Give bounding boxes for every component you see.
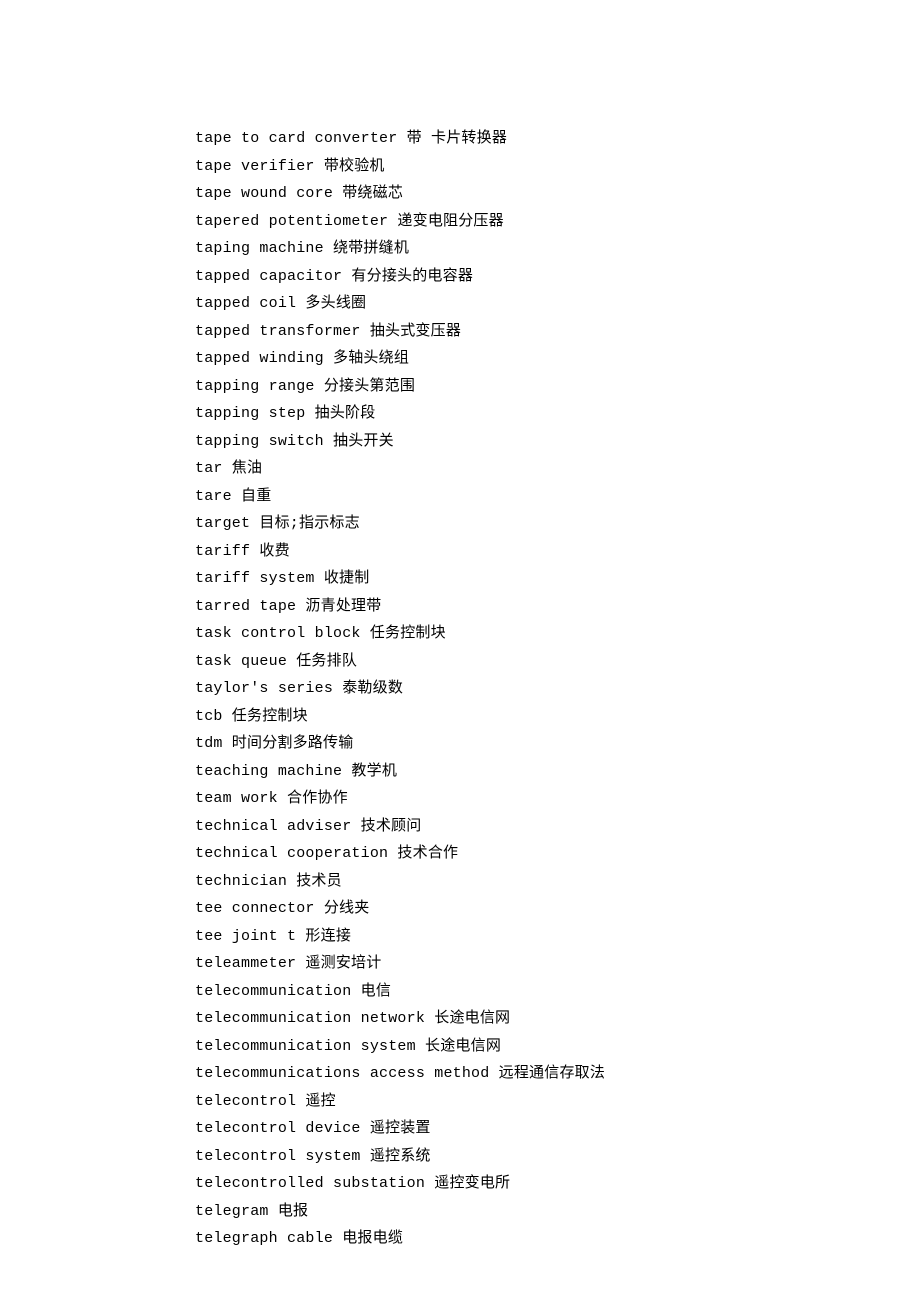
glossary-entry: tcb 任务控制块: [195, 703, 920, 731]
glossary-entry: task queue 任务排队: [195, 648, 920, 676]
glossary-entry: tee connector 分线夹: [195, 895, 920, 923]
glossary-entry: telecontrol system 遥控系统: [195, 1143, 920, 1171]
glossary-page: tape to card converter 带 卡片转换器tape verif…: [0, 0, 920, 1253]
glossary-entry: telecommunication network 长途电信网: [195, 1005, 920, 1033]
glossary-entry: tdm 时间分割多路传输: [195, 730, 920, 758]
glossary-entry: technical cooperation 技术合作: [195, 840, 920, 868]
glossary-entry: task control block 任务控制块: [195, 620, 920, 648]
glossary-entry: tapped transformer 抽头式变压器: [195, 318, 920, 346]
glossary-entry: tapered potentiometer 递变电阻分压器: [195, 208, 920, 236]
glossary-list: tape to card converter 带 卡片转换器tape verif…: [195, 125, 920, 1253]
glossary-entry: teaching machine 教学机: [195, 758, 920, 786]
glossary-entry: tape wound core 带绕磁芯: [195, 180, 920, 208]
glossary-entry: tar 焦油: [195, 455, 920, 483]
glossary-entry: tape verifier 带校验机: [195, 153, 920, 181]
glossary-entry: tapping step 抽头阶段: [195, 400, 920, 428]
glossary-entry: tare 自重: [195, 483, 920, 511]
glossary-entry: taylor's series 泰勒级数: [195, 675, 920, 703]
glossary-entry: telecontrolled substation 遥控变电所: [195, 1170, 920, 1198]
glossary-entry: telecontrol device 遥控装置: [195, 1115, 920, 1143]
glossary-entry: tape to card converter 带 卡片转换器: [195, 125, 920, 153]
glossary-entry: team work 合作协作: [195, 785, 920, 813]
glossary-entry: tarred tape 沥青处理带: [195, 593, 920, 621]
glossary-entry: teleammeter 遥测安培计: [195, 950, 920, 978]
glossary-entry: telecommunication system 长途电信网: [195, 1033, 920, 1061]
glossary-entry: technician 技术员: [195, 868, 920, 896]
glossary-entry: tariff system 收捷制: [195, 565, 920, 593]
glossary-entry: telecommunication 电信: [195, 978, 920, 1006]
glossary-entry: telegram 电报: [195, 1198, 920, 1226]
glossary-entry: tapping switch 抽头开关: [195, 428, 920, 456]
glossary-entry: tee joint t 形连接: [195, 923, 920, 951]
glossary-entry: target 目标;指示标志: [195, 510, 920, 538]
glossary-entry: tapped coil 多头线圈: [195, 290, 920, 318]
glossary-entry: tapped winding 多轴头绕组: [195, 345, 920, 373]
glossary-entry: telecommunications access method 远程通信存取法: [195, 1060, 920, 1088]
glossary-entry: tapping range 分接头第范围: [195, 373, 920, 401]
glossary-entry: technical adviser 技术顾问: [195, 813, 920, 841]
glossary-entry: telecontrol 遥控: [195, 1088, 920, 1116]
glossary-entry: tapped capacitor 有分接头的电容器: [195, 263, 920, 291]
glossary-entry: taping machine 绕带拼缝机: [195, 235, 920, 263]
glossary-entry: telegraph cable 电报电缆: [195, 1225, 920, 1253]
glossary-entry: tariff 收费: [195, 538, 920, 566]
